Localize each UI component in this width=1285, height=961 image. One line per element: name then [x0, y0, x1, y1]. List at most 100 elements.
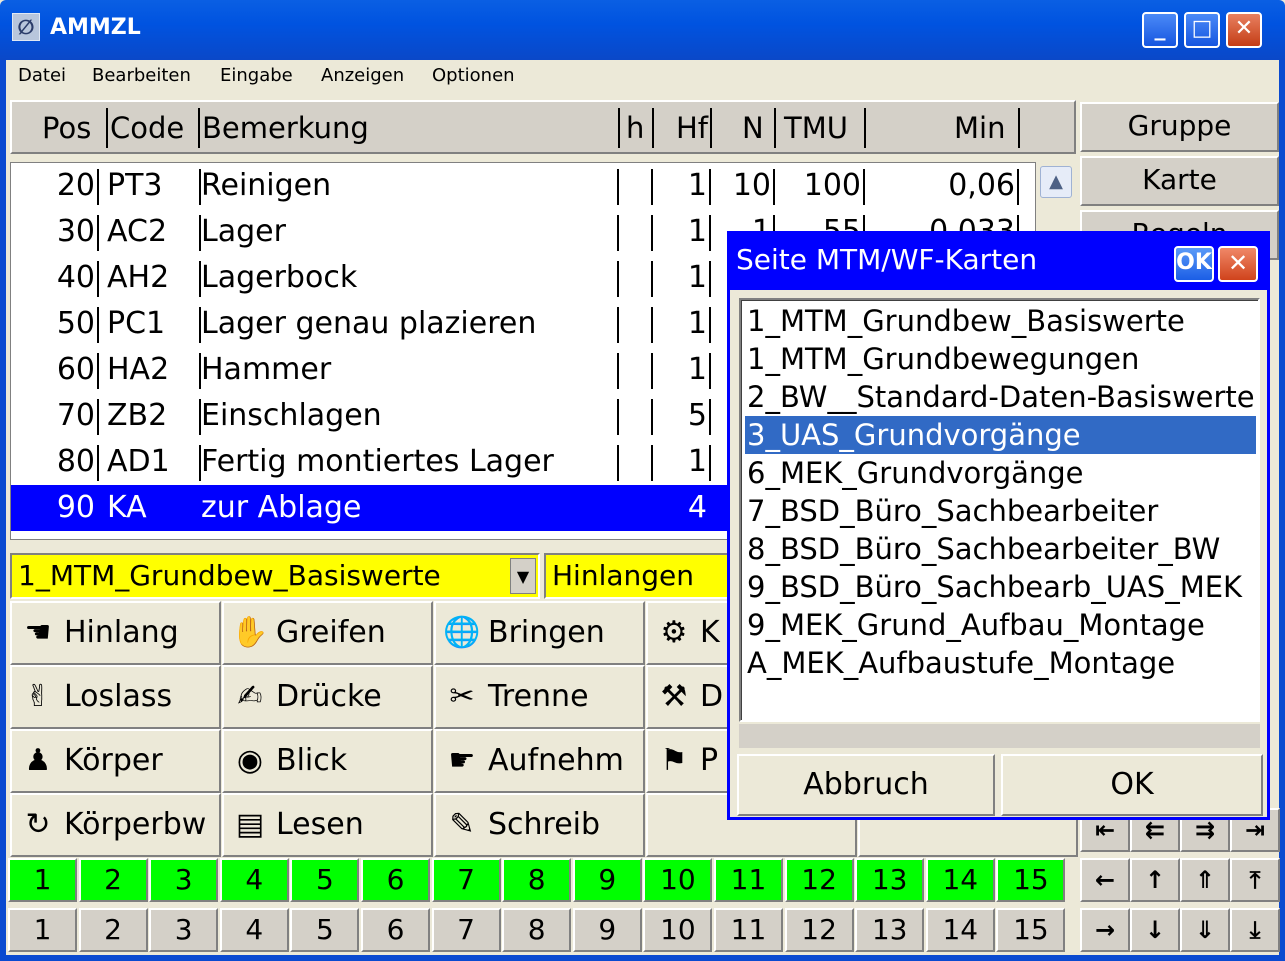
dialog-close-button[interactable]: ✕: [1218, 246, 1258, 282]
green-number-button[interactable]: 12: [784, 858, 854, 902]
list-item[interactable]: 1_MTM_Grundbew_Basiswerte: [745, 302, 1256, 340]
gruppe-button[interactable]: Gruppe: [1080, 102, 1279, 152]
green-number-button[interactable]: 2: [78, 858, 148, 902]
motion-field[interactable]: Hinlangen: [544, 553, 744, 599]
list-item[interactable]: 3_UAS_Grundvorgänge: [745, 416, 1256, 454]
chevron-down-icon[interactable]: ▼: [510, 558, 536, 594]
motion-button-drücke[interactable]: ✍ Drücke: [222, 665, 433, 729]
menu-datei[interactable]: Datei: [18, 65, 66, 86]
motion-button-k[interactable]: ⚙ K: [646, 601, 736, 665]
green-number-button[interactable]: 8: [502, 858, 572, 902]
motion-button-d[interactable]: ⚒ D: [646, 665, 736, 729]
green-number-button[interactable]: 7: [431, 858, 501, 902]
green-number-button[interactable]: 6: [361, 858, 430, 902]
cell-divider: [651, 307, 653, 343]
col-header-tmu[interactable]: TMU: [784, 108, 848, 148]
scroll-up-icon[interactable]: ▲: [1040, 166, 1072, 198]
green-number-button[interactable]: 3: [149, 858, 219, 902]
close-button[interactable]: ✕: [1226, 12, 1262, 48]
karte-button[interactable]: Karte: [1080, 156, 1279, 206]
gray-number-button[interactable]: 12: [784, 908, 854, 952]
window-titlebar[interactable]: [0, 0, 1285, 60]
menu-bearbeiten[interactable]: Bearbeiten: [92, 65, 191, 86]
header-divider: [618, 108, 620, 148]
gray-number-button[interactable]: 15: [996, 908, 1066, 952]
motion-button-p[interactable]: ⚑ P: [646, 729, 736, 793]
motion-button-greifen[interactable]: ✋ Greifen: [222, 601, 433, 665]
list-item[interactable]: 1_MTM_Grundbewegungen: [745, 340, 1256, 378]
dialog-ok-title-button[interactable]: OK: [1174, 246, 1214, 282]
bottom-icon[interactable]: ⤓: [1230, 908, 1280, 952]
list-item[interactable]: 2_BW__Standard-Daten-Basiswerte: [745, 378, 1256, 416]
green-number-button[interactable]: 13: [855, 858, 925, 902]
green-number-button[interactable]: 11: [714, 858, 783, 902]
motion-button-bringen[interactable]: 🌐 Bringen: [434, 601, 645, 665]
arrow-up-icon[interactable]: ↑: [1130, 858, 1180, 902]
col-header-code[interactable]: Code: [110, 108, 184, 148]
list-item[interactable]: 9_MEK_Grund_Aufbau_Montage: [745, 606, 1256, 644]
position-icon: ⚑: [660, 743, 688, 778]
fast-up-icon[interactable]: ⇑: [1180, 858, 1230, 902]
motion-button-loslass[interactable]: ✌ Loslass: [10, 665, 221, 729]
cancel-button[interactable]: Abbruch: [737, 754, 995, 816]
gray-number-button[interactable]: 13: [855, 908, 925, 952]
green-number-button[interactable]: 4: [219, 858, 289, 902]
motion-button-trenne[interactable]: ✂ Trenne: [434, 665, 645, 729]
gray-number-button[interactable]: 10: [643, 908, 713, 952]
col-header-bemerkung[interactable]: Bemerkung: [202, 108, 369, 148]
gray-number-button[interactable]: 14: [925, 908, 995, 952]
col-header-h[interactable]: h: [626, 108, 644, 148]
arrow-left-icon[interactable]: ←: [1080, 858, 1130, 902]
list-item[interactable]: 7_BSD_Büro_Sachbearbeiter: [745, 492, 1256, 530]
list-item[interactable]: A_MEK_Aufbaustufe_Montage: [745, 644, 1256, 682]
header-divider: [652, 108, 654, 148]
col-header-hf[interactable]: Hf: [676, 108, 708, 148]
motion-button-körperbw[interactable]: ↻ Körperbw: [10, 793, 221, 857]
window-title: AMMZL: [50, 15, 141, 40]
ok-button[interactable]: OK: [1001, 754, 1263, 816]
arrow-right-icon[interactable]: →: [1080, 908, 1130, 952]
motion-button-aufnehm[interactable]: ☛ Aufnehm: [434, 729, 645, 793]
col-header-n[interactable]: N: [742, 108, 764, 148]
document-icon: ▤: [235, 807, 265, 842]
green-number-button[interactable]: 5: [290, 858, 360, 902]
menu-anzeigen[interactable]: Anzeigen: [321, 65, 404, 86]
card-list[interactable]: 1_MTM_Grundbew_Basiswerte 1_MTM_Grundbewe…: [739, 298, 1260, 722]
gray-number-button[interactable]: 9: [572, 908, 642, 952]
gray-number-button[interactable]: 5: [290, 908, 360, 952]
table-row[interactable]: 20 PT3 Reinigen 1 10 100 0,06: [11, 163, 1035, 209]
arrow-down-icon[interactable]: ↓: [1130, 908, 1180, 952]
maximize-button[interactable]: □: [1184, 12, 1220, 48]
cell-hf: 1: [687, 444, 707, 479]
motion-button-schreib[interactable]: ✎ Schreib: [434, 793, 645, 857]
green-number-button[interactable]: 15: [996, 858, 1066, 902]
gray-number-button[interactable]: 6: [361, 908, 430, 952]
motion-button-hinlang[interactable]: ☚ Hinlang: [10, 601, 221, 665]
minimize-button[interactable]: _: [1142, 12, 1178, 48]
gray-number-button[interactable]: 11: [714, 908, 783, 952]
green-number-button[interactable]: 10: [643, 858, 713, 902]
menu-optionen[interactable]: Optionen: [432, 65, 515, 86]
menu-eingabe[interactable]: Eingabe: [220, 65, 293, 86]
col-header-pos[interactable]: Pos: [42, 108, 91, 148]
green-number-button[interactable]: 9: [572, 858, 642, 902]
top-icon[interactable]: ⤒: [1230, 858, 1280, 902]
list-item[interactable]: 8_BSD_Büro_Sachbearbeiter_BW: [745, 530, 1256, 568]
col-header-min[interactable]: Min: [954, 108, 1005, 148]
gray-number-button[interactable]: 2: [78, 908, 148, 952]
green-number-button[interactable]: 1: [8, 858, 77, 902]
gray-number-button[interactable]: 1: [8, 908, 77, 952]
category-combobox[interactable]: 1_MTM_Grundbew_Basiswerte: [10, 553, 540, 599]
list-item[interactable]: 9_BSD_Büro_Sachbearb_UAS_MEK: [745, 568, 1256, 606]
motion-button-lesen[interactable]: ▤ Lesen: [222, 793, 433, 857]
motion-button-blick[interactable]: ◉ Blick: [222, 729, 433, 793]
green-number-button[interactable]: 14: [925, 858, 995, 902]
list-item[interactable]: 6_MEK_Grundvorgänge: [745, 454, 1256, 492]
fast-down-icon[interactable]: ⇓: [1180, 908, 1230, 952]
gray-number-button[interactable]: 8: [502, 908, 572, 952]
motion-button-körper[interactable]: ♟ Körper: [10, 729, 221, 793]
gray-number-button[interactable]: 7: [431, 908, 501, 952]
gray-number-button[interactable]: 3: [149, 908, 219, 952]
gray-number-button[interactable]: 4: [219, 908, 289, 952]
cell-hf: 1: [687, 352, 707, 387]
